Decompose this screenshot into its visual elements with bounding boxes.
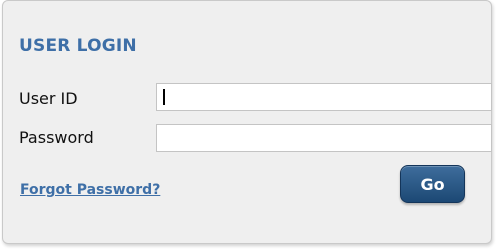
- user-id-input[interactable]: [156, 83, 492, 111]
- text-cursor: [163, 89, 165, 105]
- forgot-password-link[interactable]: Forgot Password?: [20, 182, 160, 198]
- login-panel: USER LOGIN User ID Password Forgot Passw…: [2, 0, 492, 244]
- password-input[interactable]: [156, 124, 492, 152]
- password-label: Password: [19, 128, 94, 147]
- login-title: USER LOGIN: [19, 36, 137, 56]
- go-button[interactable]: Go: [400, 165, 465, 203]
- user-id-label: User ID: [19, 89, 78, 108]
